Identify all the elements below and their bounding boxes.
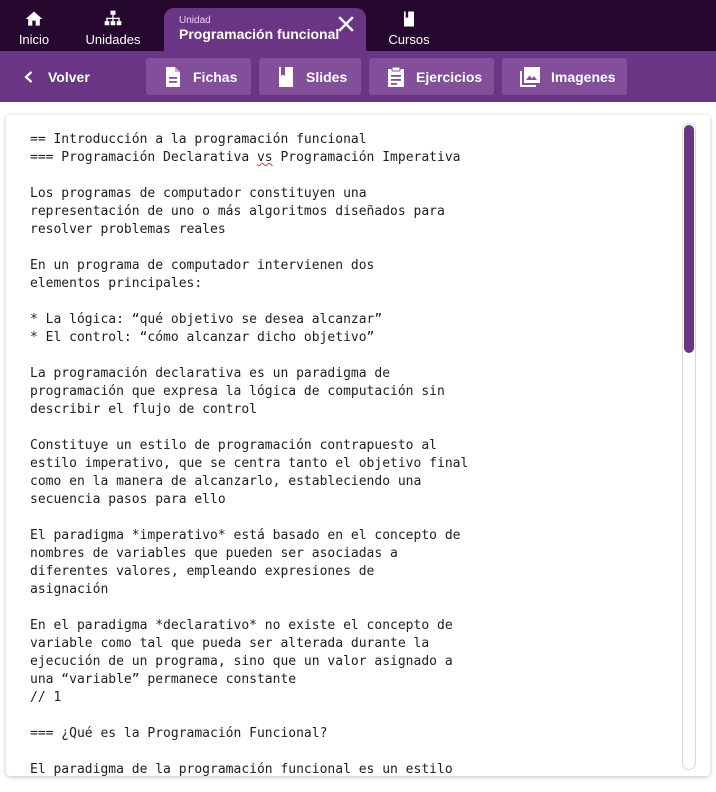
editor-line: una “variable” permanece constante: [30, 672, 297, 687]
editor-line: En un programa de computador intervienen…: [30, 258, 375, 273]
editor-line: como en la manera de alcanzarlo, estable…: [30, 474, 422, 489]
editor-line: describir el flujo de control: [30, 402, 257, 417]
home-icon: [25, 11, 43, 26]
nav-home[interactable]: Inicio: [12, 0, 56, 51]
unit-toolbar: Volver Fichas Slides Ejercicios Imagenes: [0, 51, 716, 102]
content-card: == Introducción a la programación funcio…: [6, 115, 710, 776]
editor-line: ejecución de un programa, sino que un va…: [30, 654, 453, 669]
hierarchy-icon: [104, 10, 122, 26]
clipboard-icon: [388, 66, 404, 87]
editor-line: estilo imperativo, que se centra tanto e…: [30, 456, 469, 471]
imagenes-label: Imagenes: [551, 68, 616, 85]
editor-line: * La lógica: “qué objetivo se desea alca…: [30, 312, 383, 327]
chevron-left-icon: [24, 71, 33, 83]
ejercicios-label: Ejercicios: [416, 68, 483, 85]
book-icon: [279, 66, 293, 87]
editor-line: representación de uno o más algoritmos d…: [30, 204, 445, 219]
editor-line: diferentes valores, empleando expresione…: [30, 564, 375, 579]
tab-active-unit[interactable]: Unidad Programación funcional: [164, 8, 366, 51]
nav-courses-label: Cursos: [388, 32, 430, 47]
editor-line: En el paradigma *declarativo* no existe …: [30, 618, 453, 633]
editor-line: Constituye un estilo de programación con…: [30, 438, 437, 453]
scrollbar-thumb[interactable]: [684, 125, 694, 353]
slides-label: Slides: [306, 68, 348, 85]
editor-line: === Programación Declarativa vs Programa…: [30, 150, 461, 165]
editor-line: El paradigma *imperativo* está basado en…: [30, 528, 461, 543]
fichas-label: Fichas: [193, 68, 238, 85]
nav-home-label: Inicio: [18, 32, 50, 47]
editor-line: elementos principales:: [30, 276, 203, 291]
editor-line: * El control: “cómo alcanzar dicho objet…: [30, 330, 375, 345]
back-label: Volver: [48, 69, 90, 85]
editor-line: // 1: [30, 690, 62, 705]
editor-line: asignación: [30, 582, 109, 597]
editor-line: nombres de variables que pueden ser asoc…: [30, 546, 398, 561]
slides-button[interactable]: Slides: [259, 58, 361, 95]
nav-units[interactable]: Unidades: [82, 0, 144, 51]
markup-editor[interactable]: == Introducción a la programación funcio…: [30, 131, 670, 776]
editor-line: Los programas de computador constituyen …: [30, 186, 367, 201]
top-navigation-bar: Inicio Unidades Unidad Programación func…: [0, 0, 716, 51]
editor-line: variable como tal que pueda ser alterada…: [30, 636, 430, 651]
photo-library-icon: [520, 66, 540, 87]
editor-line: El paradigma de la programación funciona…: [30, 762, 453, 776]
book-icon: [404, 11, 414, 27]
editor-line: programación que expresa la lógica de co…: [30, 384, 445, 399]
fichas-button[interactable]: Fichas: [146, 58, 251, 95]
editor-line: secuencia pasos para ello: [30, 492, 226, 507]
imagenes-button[interactable]: Imagenes: [502, 58, 627, 95]
tab-title: Programación funcional: [179, 26, 340, 42]
nav-units-label: Unidades: [85, 32, 141, 47]
editor-line: La programación declarativa es un paradi…: [30, 366, 391, 381]
tab-caption: Unidad: [179, 15, 211, 26]
document-icon: [166, 66, 180, 87]
scrollbar[interactable]: [682, 123, 696, 770]
ejercicios-button[interactable]: Ejercicios: [369, 58, 494, 95]
back-button[interactable]: Volver: [22, 65, 90, 89]
editor-line: === ¿Qué es la Programación Funcional?: [30, 726, 328, 741]
editor-line: resolver problemas reales: [30, 222, 226, 237]
close-icon[interactable]: [336, 14, 356, 34]
nav-courses[interactable]: Cursos: [384, 0, 434, 51]
editor-line: == Introducción a la programación funcio…: [30, 132, 367, 147]
